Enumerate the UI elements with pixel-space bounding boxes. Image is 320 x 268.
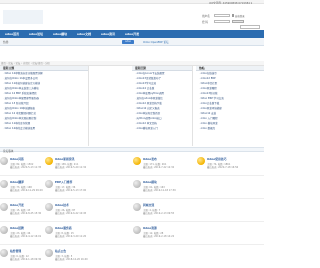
forum-cell[interactable]: Odoo服务商 主题: 8, 帖数: 15 最后发表: 2019-3-29 11… (45, 222, 111, 243)
forum-last-post[interactable]: 最后发表: 2019-6-22 10:45 (55, 211, 86, 215)
search-input[interactable] (240, 25, 260, 29)
column-divider (88, 66, 89, 146)
forum-name[interactable]: Odoo服务商 (55, 226, 72, 230)
forum-cell[interactable]: Odoo资源 主题: 12, 帖数: 28 最后发表: 2019-2-18 14… (133, 222, 199, 243)
forum-status-icon (45, 226, 53, 234)
forum-name[interactable]: Odoo翻译 (10, 180, 24, 184)
forum-cell[interactable]: ERP入门推荐 主题: 17, 帖数: 36 最后发表: 2019-5-13 1… (45, 176, 111, 197)
login-form: 用户名 自动登录 密 码 (202, 13, 260, 25)
forum-last-post[interactable]: 最后发表: 2019-1-18 09:30 (10, 257, 41, 261)
forum-last-post[interactable]: 最后发表: 2018-12-20 16:40 (55, 257, 88, 261)
forum-section-header: 论坛版块 (0, 147, 264, 153)
nav-item-modules[interactable]: odoo模块 (48, 30, 72, 38)
forum-status-icon (197, 157, 205, 165)
forum-last-post[interactable]: 最后发表: 2019-2-13 09:55 (143, 211, 174, 215)
forum-last-post[interactable]: 最后发表: 2019-5-13 17:00 (55, 188, 86, 192)
forum-name[interactable]: ERP入门推荐 (55, 180, 72, 184)
site-logo[interactable] (3, 10, 43, 24)
forum-name[interactable]: Odoo资源 (143, 226, 157, 230)
header: 用户名 自动登录 密 码 (0, 4, 264, 30)
banner-area (0, 47, 264, 60)
hot-search-label: 热搜: (3, 41, 10, 45)
forum-cell[interactable]: Odoo使用技巧 主题: 74, 帖数: 1861 最后发表: 2020-7-1… (197, 153, 263, 174)
forum-last-post[interactable]: 最后发表: 2020-7-18 16:56 (207, 165, 238, 169)
hot-tag-pill[interactable]: odoo (122, 39, 134, 44)
forum-last-post[interactable]: 最后发表: 2019-11-29 09:29 (10, 188, 43, 192)
forum-status-icon (0, 203, 8, 211)
forum-status-icon (45, 180, 53, 188)
forum-status-icon (133, 203, 141, 211)
forum-status-icon (133, 226, 141, 234)
forum-cell[interactable]: Odoo新闻资讯 主题: 165, 帖数: 211 最后发表: 2019-5-2… (45, 153, 111, 174)
forum-grid: Odoo问答 主题: 82, 帖数: 1502 最后发表: 2020-5-13 … (0, 153, 264, 268)
forum-status-icon (45, 157, 53, 165)
reply-link[interactable]: odoo模块开发入门 (132, 126, 192, 131)
forum-name[interactable]: Odoo发布 (143, 157, 157, 161)
forum-name[interactable]: Odoo技术 (55, 203, 69, 207)
forum-last-post[interactable]: 最后发表: 2019-8-25 15:30 (10, 211, 41, 215)
nav-item-docs[interactable]: odoo文档 (72, 30, 96, 38)
topic-link[interactable]: Odoo 12中的会计模块使用 (0, 126, 88, 131)
forum-name[interactable]: 站务管理 (10, 249, 21, 253)
forum-cell[interactable]: Odoo技术 主题: 26, 帖数: 87 最后发表: 2019-6-22 10… (45, 199, 111, 220)
forum-name[interactable]: Odoo新闻资讯 (55, 157, 74, 161)
forum-name[interactable]: Odoo招聘 (10, 226, 24, 230)
column-divider (192, 66, 193, 146)
remember-label: 自动登录 (234, 14, 245, 18)
nav-item-dev[interactable]: odoo开发 (120, 30, 144, 38)
forum-cell[interactable]: Odoo发布 主题: 171, 帖数: 261 最后发表: 2019-7-22 … (133, 153, 199, 174)
forum-status-icon (133, 180, 141, 188)
forum-last-post[interactable]: 最后发表: 2019-11-18 17:39 (143, 188, 176, 192)
hot-topics-column: 热帖 odoo在线演示 odoo12 ERP Odoo中文社区 odoo开发教程… (196, 66, 264, 146)
login-button[interactable] (232, 19, 244, 24)
topic-columns: 最新主题 Odoo 12中物流仓库功能配置详解 如何在Odoo 11中设置多公司… (0, 66, 264, 146)
hot-link[interactable]: odoo 数据库 (196, 126, 264, 131)
nav-item-home[interactable]: odoo首页 (0, 30, 24, 38)
forum-name[interactable]: Odoo开发 (10, 203, 24, 207)
sub-nav: 热搜: odoo Odoo OpenERP 论坛 (0, 38, 264, 46)
password-input[interactable] (214, 19, 230, 24)
password-label: 密 码 (202, 20, 209, 24)
latest-topics-column: 最新主题 Odoo 12中物流仓库功能配置详解 如何在Odoo 11中设置多公司… (0, 66, 88, 146)
latest-replies-column: 最新回复 odoo在Linux下安装配置 odoo13正式版发布了 odoo13… (132, 66, 192, 146)
forum-name[interactable]: Odoo使用技巧 (207, 157, 226, 161)
forum-name[interactable]: 站点公告 (55, 249, 66, 253)
breadcrumb: 首页 › 论坛 › 论坛 › 讨论区 › 论坛/首页 › 分区 (0, 61, 264, 66)
nav-item-forum[interactable]: odoo论坛 (24, 30, 48, 38)
forum-status-icon (0, 157, 8, 165)
forum-status-icon (0, 249, 8, 257)
nav-item-news[interactable]: odoo资讯 (96, 30, 120, 38)
username-input[interactable] (214, 13, 230, 18)
forum-last-post[interactable]: 最后发表: 2019-7-22 12:32 (143, 165, 174, 169)
remember-checkbox[interactable] (231, 14, 234, 17)
forum-last-post[interactable]: 最后发表: 2020-5-13 11:35 (10, 165, 41, 169)
forum-cell[interactable]: 站点公告 主题: 3, 帖数: 5 最后发表: 2018-12-20 16:40 (45, 245, 111, 266)
main-nav: odoo首页 odoo论坛 odoo模块 odoo文档 odoo资讯 odoo开… (0, 30, 264, 38)
forum-status-icon (45, 249, 53, 257)
forum-status-icon (0, 226, 8, 234)
forum-last-post[interactable]: 最后发表: 2019-5-20 11:32 (55, 165, 86, 169)
forum-name[interactable]: Odoo问答 (10, 157, 24, 161)
username-label: 用户名 (202, 14, 210, 18)
forum-last-post[interactable]: 最后发表: 2019-2-18 14:22 (143, 234, 174, 238)
forum-cell[interactable]: Odoo模块 主题: 61, 帖数: 163 最后发表: 2019-11-18 … (133, 176, 199, 197)
forum-status-icon (0, 180, 8, 188)
forum-cell[interactable]: 同城交流 主题: 4, 帖数: 7 最后发表: 2019-2-13 09:55 (133, 199, 199, 220)
forum-status-icon (133, 157, 141, 165)
forum-last-post[interactable]: 最后发表: 2019-4-12 16:01 (10, 234, 41, 238)
forum-name[interactable]: 同城交流 (143, 203, 154, 207)
forum-status-icon (45, 203, 53, 211)
forum-last-post[interactable]: 最后发表: 2019-3-29 11:20 (55, 234, 86, 238)
forum-link[interactable]: Odoo OpenERP 论坛 (143, 40, 169, 44)
forum-name[interactable]: Odoo模块 (143, 180, 157, 184)
